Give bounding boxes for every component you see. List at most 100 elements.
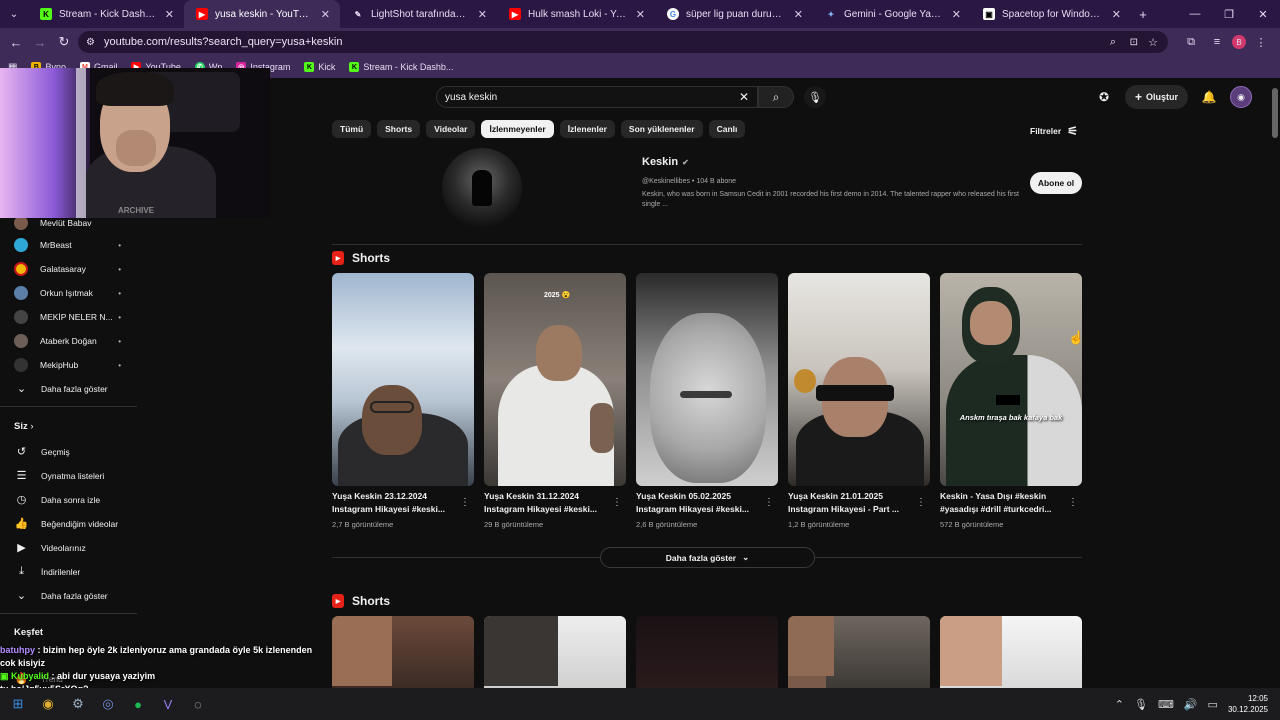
sidebar-you-heading[interactable]: Siz › bbox=[14, 421, 34, 432]
sidebar-item-subscription[interactable]: MekipHub • bbox=[14, 358, 137, 372]
extensions-icon[interactable]: ⧉ bbox=[1180, 36, 1202, 49]
clear-search-icon[interactable]: ✕ bbox=[739, 90, 749, 104]
short-thumbnail[interactable] bbox=[636, 273, 778, 486]
bookmark-item[interactable]: K Stream - Kick Dashb... bbox=[349, 62, 453, 72]
windows-start-icon[interactable]: ⊞ bbox=[6, 692, 30, 716]
short-thumbnail[interactable] bbox=[940, 616, 1082, 688]
chip-recent[interactable]: Son yüklenenler bbox=[620, 120, 703, 138]
spotify-icon[interactable]: ● bbox=[126, 692, 150, 716]
short-thumbnail[interactable] bbox=[788, 616, 930, 688]
bookmark-star-icon[interactable]: ☆ bbox=[1148, 36, 1158, 49]
sidebar-show-more[interactable]: ⌄ Daha fazla göster bbox=[14, 382, 137, 395]
short-card[interactable]: 2025 😮 Yuşa Keskin 31.12.2024 Instagram … bbox=[484, 273, 626, 529]
tab-search-icon[interactable]: ⌄ bbox=[0, 9, 28, 20]
more-options-icon[interactable]: ⋮ bbox=[460, 497, 470, 508]
tab-spacetop[interactable]: ▣ Spacetop for Windows | AR So ✕ bbox=[971, 0, 1131, 28]
obs-icon[interactable]: ◌ bbox=[186, 692, 210, 716]
tab-gemini[interactable]: ✦ Gemini - Google Yapay Zeka'yı ✕ bbox=[813, 0, 971, 28]
close-icon[interactable]: ✕ bbox=[636, 8, 645, 21]
minimize-icon[interactable]: — bbox=[1178, 8, 1212, 20]
channel-avatar[interactable] bbox=[442, 148, 522, 228]
short-title[interactable]: Yuşa Keskin 31.12.2024 Instagram Hikayes… bbox=[484, 490, 606, 516]
tab-kick-dashboard[interactable]: K Stream - Kick Dashboard ✕ bbox=[28, 0, 184, 28]
forward-arrow-icon[interactable]: → bbox=[28, 35, 52, 50]
account-avatar[interactable]: ◉ bbox=[1230, 86, 1252, 108]
sidebar-show-more[interactable]: ⌄ Daha fazla göster bbox=[14, 589, 137, 602]
sidebar-item-watch-later[interactable]: ◷ Daha sonra izle bbox=[14, 493, 137, 506]
short-thumbnail[interactable] bbox=[332, 616, 474, 688]
short-thumbnail[interactable]: Anskm tıraşa bak kafaya bak bbox=[940, 273, 1082, 486]
subscribe-button[interactable]: Abone ol bbox=[1030, 172, 1082, 194]
search-input[interactable]: yusa keskin ✕ bbox=[436, 86, 758, 108]
short-card[interactable]: Yuşa Keskin 21.01.2025 Instagram Hikayes… bbox=[788, 273, 930, 529]
address-bar[interactable]: ⚙ youtube.com/results?search_query=yusa+… bbox=[78, 31, 1168, 53]
restore-icon[interactable]: ❐ bbox=[1212, 8, 1246, 21]
app-icon[interactable]: V bbox=[156, 692, 180, 716]
chrome-icon[interactable]: ◉ bbox=[36, 692, 60, 716]
short-title[interactable]: Keskin - Yasa Dışı #keskin #yasadışı #dr… bbox=[940, 490, 1062, 516]
more-options-icon[interactable]: ⋮ bbox=[916, 497, 926, 508]
search-button[interactable]: ⌕ bbox=[758, 86, 794, 108]
clock[interactable]: 12:05 30.12.2025 bbox=[1228, 693, 1268, 715]
profile-avatar[interactable]: B bbox=[1232, 35, 1246, 49]
show-more-button[interactable]: Daha fazla göster ⌄ bbox=[600, 547, 815, 568]
close-icon[interactable]: ✕ bbox=[321, 8, 330, 21]
short-card[interactable]: Yuşa Keskin 05.02.2025 Instagram Hikayes… bbox=[636, 273, 778, 529]
sidebar-item-subscription[interactable]: Galatasaray • bbox=[14, 262, 137, 276]
short-thumbnail[interactable]: 2025 😮 bbox=[484, 273, 626, 486]
more-options-icon[interactable]: ⋮ bbox=[612, 497, 622, 508]
notifications-bell-icon[interactable]: 🔔 bbox=[1198, 86, 1220, 108]
short-title[interactable]: Yuşa Keskin 05.02.2025 Instagram Hikayes… bbox=[636, 490, 758, 516]
short-thumbnail[interactable] bbox=[484, 616, 626, 688]
short-thumbnail[interactable] bbox=[636, 616, 778, 688]
sidebar-item-downloads[interactable]: ⤓ İndirilenler bbox=[14, 565, 137, 578]
short-card[interactable]: Anskm tıraşa bak kafaya bak Keskin - Yas… bbox=[940, 273, 1082, 529]
chip-shorts[interactable]: Shorts bbox=[377, 120, 421, 138]
chip-unwatched[interactable]: İzlenmeyenler bbox=[481, 120, 554, 138]
sidebar-item-your-videos[interactable]: ▶ Videolarınız bbox=[14, 541, 137, 554]
create-button[interactable]: + Oluştur bbox=[1124, 85, 1188, 109]
sidebar-item-subscription[interactable]: Ataberk Doğan • bbox=[14, 334, 137, 348]
tab-google-search[interactable]: G süper lig puan durumu - Goog ✕ bbox=[655, 0, 813, 28]
discord-icon[interactable]: ◎ bbox=[96, 692, 120, 716]
volume-icon[interactable]: 🔊 bbox=[1184, 698, 1198, 711]
sidebar-item-subscription[interactable]: Orkun Işıtmak • bbox=[14, 286, 137, 300]
tab-youtube-search[interactable]: ▶ yusa keskin - YouTube ✕ bbox=[184, 0, 340, 28]
sidebar-item-history[interactable]: ↺ Geçmiş bbox=[14, 445, 137, 458]
voice-search-button[interactable]: 🎙 bbox=[804, 86, 826, 108]
chip-live[interactable]: Canlı bbox=[708, 120, 746, 138]
sidebar-item-subscription[interactable]: Mevlüt Babav bbox=[14, 216, 137, 230]
close-icon[interactable]: ✕ bbox=[165, 8, 174, 21]
battery-icon[interactable]: ▭ bbox=[1208, 698, 1218, 711]
close-icon[interactable]: ✕ bbox=[952, 8, 961, 21]
chip-all[interactable]: Tümü bbox=[332, 120, 372, 138]
short-title[interactable]: Yuşa Keskin 23.12.2024 Instagram Hikayes… bbox=[332, 490, 454, 516]
sidebar-item-liked[interactable]: 👍 Beğendiğim videolar bbox=[14, 517, 137, 530]
zoom-icon[interactable]: ⌕ bbox=[1110, 36, 1116, 49]
back-arrow-icon[interactable]: ← bbox=[4, 35, 28, 50]
short-title[interactable]: Yuşa Keskin 21.01.2025 Instagram Hikayes… bbox=[788, 490, 910, 516]
close-icon[interactable]: ✕ bbox=[478, 8, 487, 21]
install-icon[interactable]: ⊡ bbox=[1130, 37, 1138, 48]
reload-icon[interactable]: ↻ bbox=[52, 34, 76, 50]
chip-watched[interactable]: İzlenenler bbox=[559, 120, 615, 138]
sidebar-item-playlists[interactable]: ☰ Oynatma listeleri bbox=[14, 469, 137, 482]
sidebar-item-subscription[interactable]: MrBeast • bbox=[14, 238, 137, 252]
menu-kebab-icon[interactable]: ⋮ bbox=[1250, 36, 1272, 49]
close-window-icon[interactable]: ✕ bbox=[1246, 8, 1280, 21]
page-scrollbar[interactable] bbox=[1272, 88, 1278, 138]
close-icon[interactable]: ✕ bbox=[1112, 8, 1121, 21]
microphone-icon[interactable]: 🎙 bbox=[1134, 698, 1148, 711]
bookmark-item[interactable]: K Kick bbox=[304, 62, 335, 72]
chip-videos[interactable]: Videolar bbox=[426, 120, 476, 138]
new-tab-plus-icon[interactable]: + bbox=[1131, 7, 1155, 22]
tab-hulk-youtube[interactable]: ▶ Hulk smash Loki - YouTube ✕ bbox=[497, 0, 655, 28]
chevron-up-icon[interactable]: ⌃ bbox=[1115, 698, 1124, 711]
network-icon[interactable]: ⌨ bbox=[1158, 698, 1174, 711]
short-thumbnail[interactable] bbox=[788, 273, 930, 486]
short-thumbnail[interactable] bbox=[332, 273, 474, 486]
channel-name[interactable]: Keskin ✔ bbox=[642, 156, 689, 168]
sidebar-item-subscription[interactable]: MEKİP NELER N... • bbox=[14, 310, 137, 324]
cast-icon[interactable]: ✪ bbox=[1093, 86, 1115, 108]
site-info-icon[interactable]: ⚙ bbox=[86, 37, 95, 48]
